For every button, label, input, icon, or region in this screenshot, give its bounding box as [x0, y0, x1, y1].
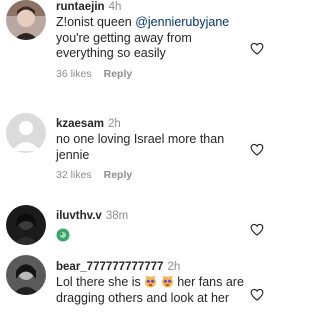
avatar[interactable] — [6, 0, 46, 40]
comment-text: no one loving Israel more than jennie — [56, 132, 225, 162]
heart-outline-icon[interactable] — [250, 42, 264, 55]
comment-item: iluvthv.v 38m — [0, 205, 276, 250]
reply-button[interactable]: Reply — [104, 169, 133, 181]
crying-cat-emoji — [145, 275, 157, 288]
heart-outline-icon[interactable] — [250, 223, 264, 236]
comment-text: Lol there she is her fans are dragging o… — [56, 275, 244, 305]
heart-outline-icon[interactable] — [250, 143, 264, 156]
comment-username[interactable]: runtaejin — [56, 1, 105, 13]
comment-time: 2h — [107, 118, 121, 130]
heart-outline-icon[interactable] — [250, 288, 264, 301]
comment-item: runtaejin 4h Z!onist queen @jennierubyjan… — [0, 0, 276, 100]
comment-time: 38m — [105, 210, 129, 222]
like-count[interactable]: 36 likes — [56, 68, 92, 80]
comment-username[interactable]: iluvthv.v — [56, 210, 102, 222]
comment-time: 4h — [108, 1, 122, 13]
comment-time: 2h — [167, 261, 181, 273]
avatar[interactable] — [6, 255, 46, 295]
reply-button[interactable]: Reply — [104, 68, 133, 80]
green-globe-emoji — [56, 228, 70, 242]
comment-item: bear_777777777777 2h Lol there she is her… — [0, 252, 276, 333]
crying-cat-emoji — [161, 275, 173, 288]
comment-username[interactable]: kzaesam — [56, 118, 104, 130]
mention-link[interactable]: @jennierubyjane — [135, 15, 229, 29]
comment-text: Z!onist queen @jennierubyjane you're get… — [56, 15, 230, 60]
comment-item: kzaesam 2h no one loving Israel more than… — [0, 113, 276, 193]
like-count[interactable]: 32 likes — [56, 169, 92, 181]
avatar[interactable] — [6, 113, 46, 153]
avatar[interactable] — [6, 205, 46, 245]
comment-username[interactable]: bear_777777777777 — [56, 261, 163, 273]
